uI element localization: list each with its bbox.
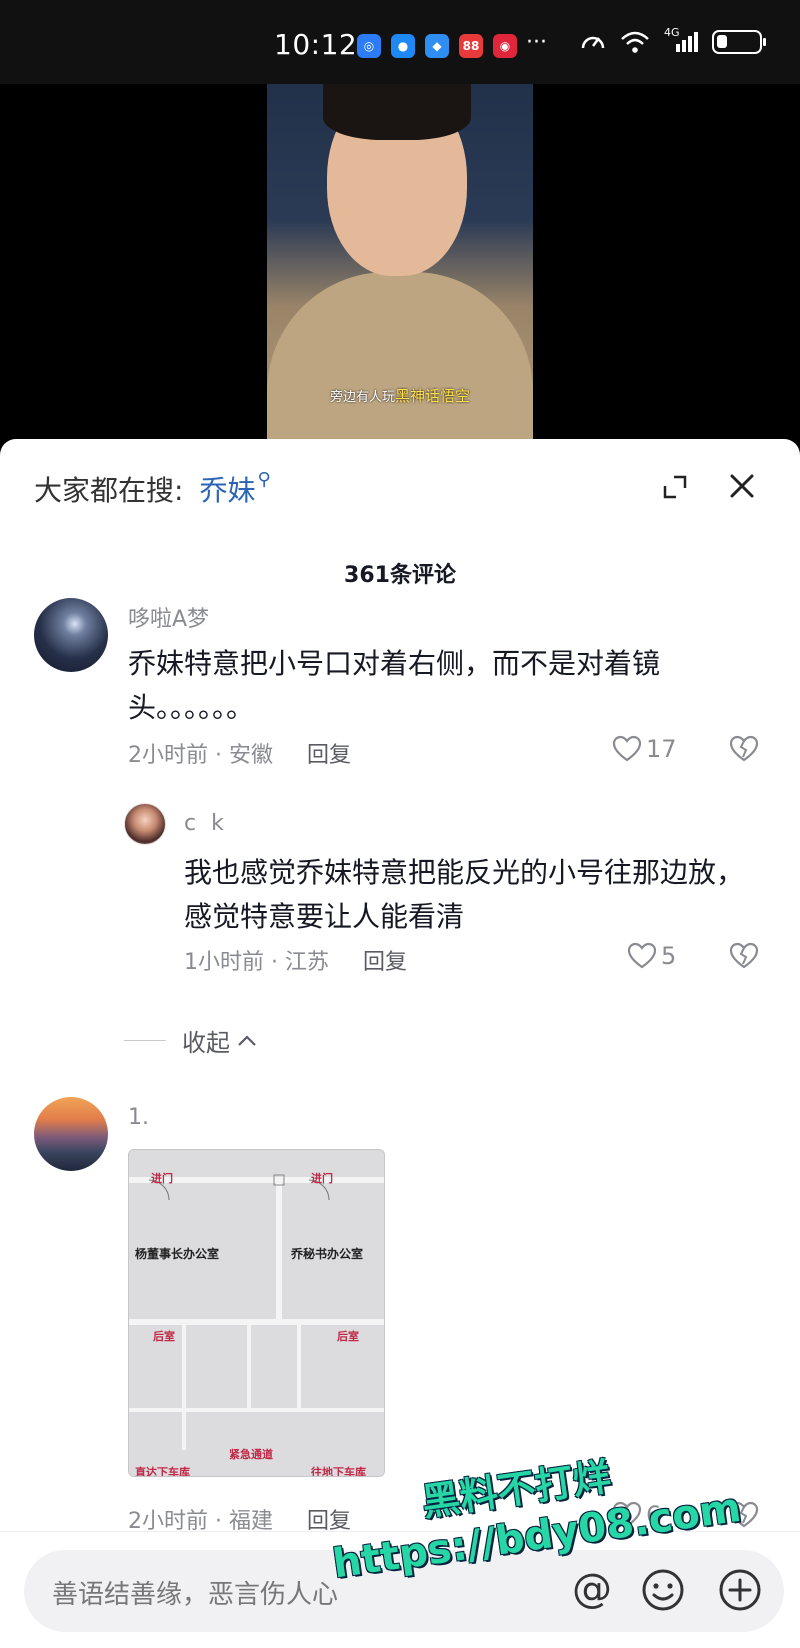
trending-search-label: 大家都在搜:: [34, 474, 184, 507]
close-icon[interactable]: [728, 472, 756, 500]
floorplan-label: 进门: [311, 1172, 333, 1185]
heart-icon: [612, 735, 642, 762]
comments-count: 361条评论: [344, 563, 456, 588]
signal-icon: 4G: [664, 26, 698, 54]
emoji-icon[interactable]: [641, 1568, 685, 1612]
mention-icon[interactable]: @: [572, 1566, 612, 1612]
like-count: 5: [661, 942, 677, 970]
floorplan-label: 紧急通道: [229, 1448, 273, 1461]
comment-panel: 大家都在搜: 乔妹 ⚲ 361条评论 哆啦A梦 乔妹特意把小号口对着右侧，而不是…: [0, 439, 800, 1648]
trending-search: 大家都在搜: 乔妹 ⚲: [34, 469, 271, 509]
collapse-divider: [124, 1040, 166, 1041]
app-icon: ◆: [425, 34, 449, 58]
reply-button[interactable]: 回复: [363, 944, 407, 976]
like-button[interactable]: 5: [627, 942, 676, 970]
add-icon[interactable]: [718, 1568, 762, 1612]
reply-button[interactable]: 回复: [307, 737, 351, 769]
comment-time-location: 1小时前 · 江苏: [184, 950, 329, 975]
floorplan-label: 进门: [151, 1172, 173, 1185]
heart-icon: [627, 942, 657, 969]
comment-input-placeholder: 善语结善缘，恶言伤人心: [52, 1580, 339, 1610]
app-icon: 88: [459, 34, 483, 58]
comment-text: 乔妹特意把小号口对着右侧，而不是对着镜头。。。。。。: [128, 647, 661, 724]
dislike-icon[interactable]: [729, 942, 759, 970]
comment-username[interactable]: c k: [184, 811, 228, 836]
comment-meta: 1小时前 · 江苏 回复: [184, 944, 407, 976]
video-frame: 旁边有人玩黑神话悟空: [267, 84, 533, 444]
comment-username[interactable]: 哆啦A梦: [128, 601, 209, 633]
comment-image[interactable]: 进门 进门 杨董事长办公室 乔秘书办公室 后室 后室 紧急通道 直达下车库 往地…: [128, 1149, 385, 1477]
floorplan-label: 乔秘书办公室: [291, 1247, 364, 1261]
avatar[interactable]: [124, 803, 166, 845]
app-icon: ◎: [357, 34, 381, 58]
system-icons: 4G: [580, 26, 766, 54]
video-subtitle: 旁边有人玩黑神话悟空: [267, 385, 533, 406]
trending-search-term[interactable]: 乔妹: [199, 469, 255, 509]
floorplan-label: 往地下车库: [311, 1466, 366, 1477]
floorplan-label: 后室: [153, 1330, 175, 1343]
video-person-hair: [323, 84, 471, 140]
floorplan-label: 直达下车库: [135, 1466, 190, 1477]
battery-icon: [712, 30, 766, 54]
collapse-label: 收起: [182, 1029, 230, 1057]
comment-text: 我也感觉乔妹特意把能反光的小号往那边放，感觉特意要让人能看清: [184, 856, 745, 933]
floorplan-lines: [129, 1150, 384, 1476]
video-person-shirt: [267, 272, 533, 444]
collapse-replies-button[interactable]: 收起: [124, 1023, 258, 1058]
status-time: 10:12: [274, 28, 358, 61]
wifi-icon: [621, 31, 649, 53]
floorplan-label: 后室: [337, 1330, 359, 1343]
subtitle-highlight: 黑神话悟空: [395, 387, 471, 405]
video-player[interactable]: 旁边有人玩黑神话悟空: [0, 84, 800, 444]
message-icon: ●: [391, 34, 415, 58]
expand-icon[interactable]: [662, 474, 688, 500]
avatar[interactable]: [34, 1097, 108, 1171]
subtitle-text: 旁边有人玩: [329, 390, 395, 405]
like-button[interactable]: 17: [612, 735, 677, 763]
floorplan-label: 杨董事长办公室: [135, 1247, 220, 1261]
search-icon: ⚲: [257, 468, 271, 490]
status-bar: 10:12 ◎ ● ◆ 88 ◉ ··· 4G: [0, 0, 800, 84]
dislike-icon[interactable]: [729, 735, 759, 763]
speed-icon: [581, 36, 605, 49]
more-notifications-icon: ···: [526, 30, 547, 55]
avatar[interactable]: [34, 598, 108, 672]
comment-meta: 2小时前 · 安徽 回复: [128, 737, 351, 769]
notification-icons: ◎ ● ◆ 88 ◉: [357, 34, 517, 58]
comment-time-location: 2小时前 · 安徽: [128, 743, 273, 768]
like-count: 17: [646, 735, 677, 763]
comment-username[interactable]: 1.: [128, 1105, 149, 1130]
app-icon: ◉: [493, 34, 517, 58]
chevron-up-icon: [238, 1034, 256, 1046]
